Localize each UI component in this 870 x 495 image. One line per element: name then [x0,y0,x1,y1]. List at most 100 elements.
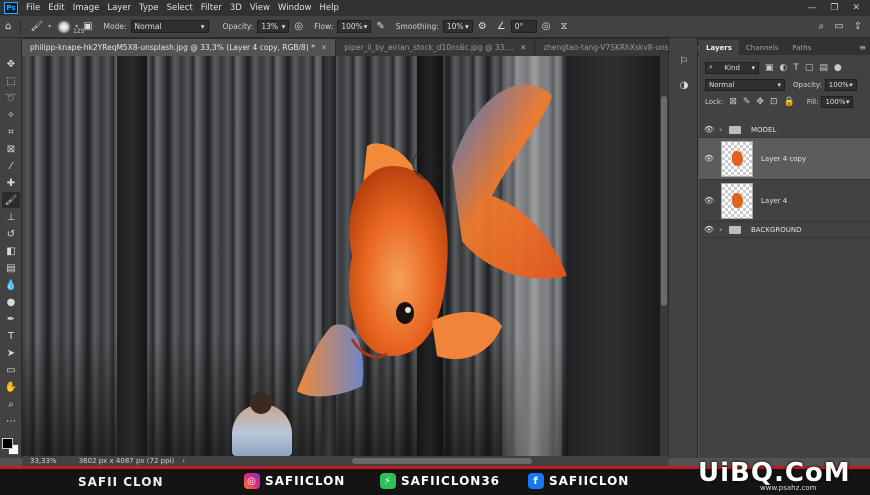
gear-icon[interactable]: ⚙ [478,21,487,32]
share-icon[interactable]: ⇪ [854,21,862,32]
chevron-down-icon[interactable]: ▾ [48,23,51,30]
eyedropper-tool-icon[interactable]: ⁄ [2,158,20,174]
learn-icon[interactable]: ⚐ [677,56,691,70]
brush-preset-preview[interactable] [57,19,72,34]
menu-edit[interactable]: Edit [44,3,68,13]
frame-tool-icon[interactable]: ⊠ [2,141,20,157]
menu-help[interactable]: Help [316,3,343,13]
scroll-thumb[interactable] [661,96,667,306]
airbrush-icon[interactable]: ✎ [376,21,384,32]
brush-tool-icon[interactable]: 🖌 [2,192,20,208]
crop-tool-icon[interactable]: ⌗ [2,124,20,140]
menu-select[interactable]: Select [163,3,197,13]
lock-artboard-icon[interactable]: ⊡ [770,97,778,107]
menu-file[interactable]: File [22,3,44,13]
more-tools-icon[interactable]: ⋯ [2,413,20,429]
smoothing-field[interactable]: 10% ▾ [442,20,473,33]
hand-tool-icon[interactable]: ✋ [2,379,20,395]
flow-field[interactable]: 100% ▾ [337,20,372,33]
filter-shape-icon[interactable]: ▢ [805,63,814,73]
adjustments-icon[interactable]: ◑ [677,80,691,94]
tab-document-2[interactable]: piper_ii_by_eirian_stock_d10ns6c.jpg @ 3… [336,39,536,56]
chevron-right-icon[interactable]: › [719,125,729,134]
close-icon[interactable]: ✕ [852,3,860,13]
panel-menu-icon[interactable]: ≡ [855,43,870,55]
layer-layer-4[interactable]: 👁 Layer 4 [699,180,870,222]
lock-position-icon[interactable]: ✥ [756,97,764,107]
marquee-tool-icon[interactable]: ⬚ [2,73,20,89]
tab-layers[interactable]: Layers [699,40,739,55]
tab-document-1[interactable]: philipp-knape-hk2YReqM5X8-unsplash.jpg @… [22,39,337,56]
instagram-icon: ◎ [244,473,260,489]
menu-layer[interactable]: Layer [103,3,135,13]
chevron-down-icon: ▾ [777,80,781,89]
lock-all-icon[interactable]: 🔒 [784,97,795,107]
panel-tabs: Layers Channels Paths ≡ [699,38,870,55]
maximize-icon[interactable]: ❐ [830,3,838,13]
menu-filter[interactable]: Filter [197,3,226,13]
chevron-right-icon[interactable]: › [719,225,729,234]
search-icon[interactable]: ⌕ [819,21,825,32]
close-tab-icon[interactable]: ✕ [520,43,526,52]
filter-adjustment-icon[interactable]: ◐ [780,63,788,73]
home-icon[interactable]: ⌂ [5,21,11,32]
rectangle-tool-icon[interactable]: ▭ [2,362,20,378]
minimize-icon[interactable]: — [807,3,816,13]
history-brush-tool-icon[interactable]: ↺ [2,226,20,242]
quick-select-tool-icon[interactable]: ✧ [2,107,20,123]
blend-mode-select[interactable]: Normal ▾ [705,78,785,91]
path-selection-tool-icon[interactable]: ➤ [2,345,20,361]
eye-icon[interactable]: 👁 [699,196,719,205]
workspace-icon[interactable]: ▭ [834,21,843,32]
fill-field[interactable]: 100% ▾ [821,95,854,108]
symmetry-icon[interactable]: ⧖ [560,21,567,32]
lock-transparency-icon[interactable]: ⊠ [729,97,737,107]
layer-filter-select[interactable]: ⌕ Kind ▾ [705,61,759,74]
filter-type-icon[interactable]: T [793,63,799,73]
horizontal-scrollbar[interactable] [352,458,532,464]
vertical-scrollbar[interactable] [660,56,668,456]
healing-brush-tool-icon[interactable]: ✚ [2,175,20,191]
gradient-tool-icon[interactable]: ▤ [2,260,20,276]
filter-toggle-icon[interactable]: ● [834,63,842,73]
tab-channels[interactable]: Channels [739,40,785,55]
zoom-tool-icon[interactable]: ⌕ [2,396,20,412]
eye-icon[interactable]: 👁 [699,154,719,163]
chevron-right-icon[interactable]: › [182,457,185,465]
opacity-field[interactable]: 13% ▾ [257,20,290,33]
menu-view[interactable]: View [246,3,274,13]
eye-icon[interactable]: 👁 [699,125,719,134]
dodge-tool-icon[interactable]: ● [2,294,20,310]
menu-window[interactable]: Window [274,3,316,13]
pressure-size-icon[interactable]: ◎ [542,21,551,32]
tab-paths[interactable]: Paths [785,40,818,55]
foreground-color-swatch[interactable] [2,438,13,449]
menu-image[interactable]: Image [69,3,104,13]
layer-opacity-field[interactable]: 100% ▾ [824,78,857,91]
canvas-area[interactable] [22,56,668,456]
move-tool-icon[interactable]: ✥ [2,56,20,72]
lock-pixels-icon[interactable]: ✎ [743,97,751,107]
menu-3d[interactable]: 3D [226,3,246,13]
angle-field[interactable]: 0° [510,20,537,33]
layer-group-background[interactable]: 👁 › BACKGROUND [699,222,870,238]
brush-settings-icon[interactable]: ▣ [83,21,92,32]
layer-layer-4-copy[interactable]: 👁 Layer 4 copy [699,138,870,180]
menu-type[interactable]: Type [135,3,163,13]
mode-select[interactable]: Normal ▾ [130,20,209,33]
brush-tool-icon[interactable]: 🖌 [30,21,43,32]
eraser-tool-icon[interactable]: ◧ [2,243,20,259]
document-canvas[interactable] [22,56,660,456]
lasso-tool-icon[interactable]: ➰ [2,90,20,106]
pressure-opacity-icon[interactable]: ◎ [294,21,303,32]
blur-tool-icon[interactable]: 💧 [2,277,20,293]
pen-tool-icon[interactable]: ✒ [2,311,20,327]
filter-smart-object-icon[interactable]: ▤ [819,63,828,73]
filter-pixel-icon[interactable]: ▣ [765,63,774,73]
zoom-readout[interactable]: 33,33% [30,457,57,465]
clone-stamp-tool-icon[interactable]: ⊥ [2,209,20,225]
close-tab-icon[interactable]: ✕ [321,43,327,52]
layer-group-model[interactable]: 👁 › MODEL [699,122,870,138]
eye-icon[interactable]: 👁 [699,225,719,234]
type-tool-icon[interactable]: T [2,328,20,344]
